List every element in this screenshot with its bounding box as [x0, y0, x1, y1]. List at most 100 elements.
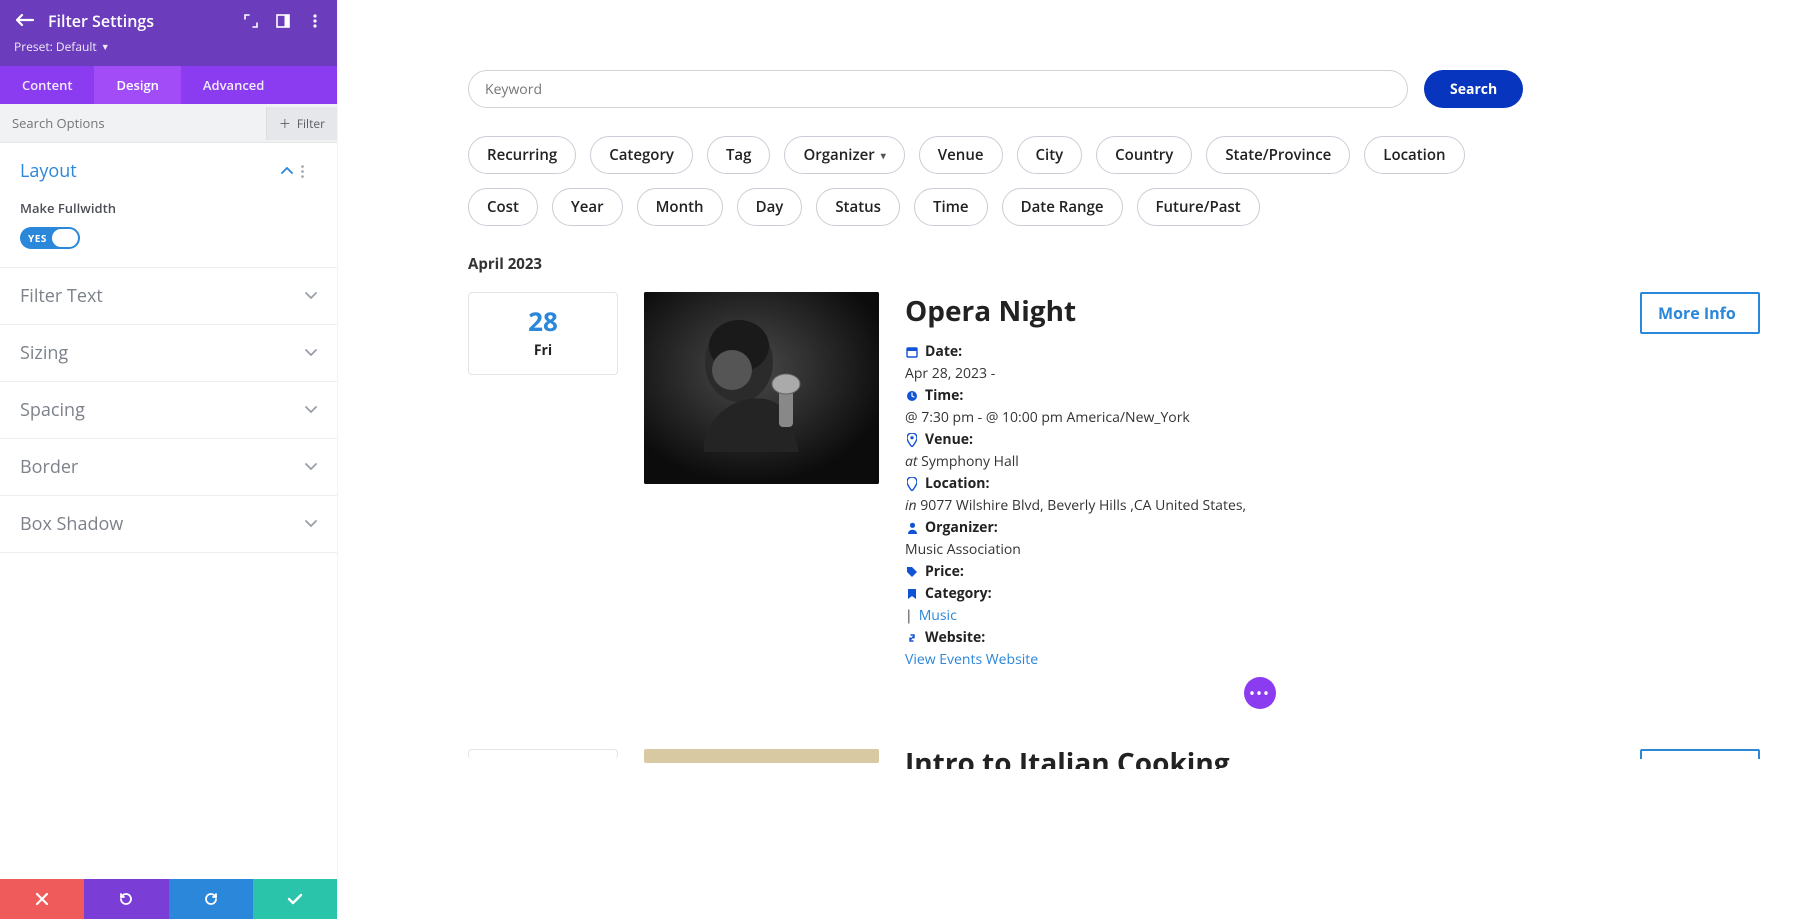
live-preview: Search Recurring Category Tag Organizer▾ Ven… — [338, 0, 1800, 919]
preset-label: Preset: Default — [14, 38, 97, 55]
tab-content[interactable]: Content — [0, 66, 94, 104]
section-box-shadow-header[interactable]: Box Shadow — [0, 496, 337, 552]
chevron-down-icon — [305, 463, 317, 471]
section-sizing-title: Sizing — [20, 341, 305, 365]
chevron-down-icon — [305, 349, 317, 357]
filter-pill-country[interactable]: Country — [1096, 136, 1192, 174]
make-fullwidth-label: Make Fullwidth — [20, 199, 317, 217]
meta-date-value: Apr 28, 2023 - — [905, 364, 995, 383]
add-filter-button[interactable]: ＋ Filter — [266, 107, 337, 140]
search-button[interactable]: Search — [1424, 70, 1523, 108]
chevron-down-icon — [305, 406, 317, 414]
filter-pill-organizer[interactable]: Organizer▾ — [784, 136, 904, 174]
more-info-button[interactable]: More Info — [1640, 292, 1760, 334]
sidebar-header: Filter Settings Preset: Default ▼ — [0, 0, 337, 66]
keyword-search-box[interactable] — [468, 70, 1408, 108]
event-thumbnail[interactable] — [644, 749, 879, 763]
pill-label: Location — [1383, 145, 1445, 165]
pill-label: Month — [656, 197, 704, 217]
section-border-header[interactable]: Border — [0, 439, 337, 495]
filter-pill-venue[interactable]: Venue — [919, 136, 1003, 174]
section-kebab-icon[interactable] — [301, 165, 317, 178]
section-filter-text-header[interactable]: Filter Text — [0, 268, 337, 324]
filter-pill-cost[interactable]: Cost — [468, 188, 538, 226]
pin-icon — [905, 433, 919, 447]
filter-pill-row: Recurring Category Tag Organizer▾ Venue City C… — [468, 136, 1488, 226]
filter-pill-tag[interactable]: Tag — [707, 136, 771, 174]
meta-price-label: Price: — [925, 562, 964, 581]
cancel-button[interactable] — [0, 879, 84, 919]
chevron-up-icon — [281, 167, 293, 175]
sidebar-footer — [0, 879, 337, 919]
meta-website-link[interactable]: View Events Website — [905, 650, 1038, 669]
pin-icon — [905, 477, 919, 491]
meta-website-label: Website: — [925, 628, 985, 647]
filter-pill-year[interactable]: Year — [552, 188, 623, 226]
search-row: Search — [468, 70, 1760, 108]
confirm-button[interactable] — [253, 879, 337, 919]
dock-icon[interactable] — [275, 13, 291, 29]
meta-location-prefix: in — [905, 496, 917, 515]
filter-pill-recurring[interactable]: Recurring — [468, 136, 576, 174]
pill-label: Status — [835, 197, 881, 217]
options-search-bar: ＋ Filter — [0, 104, 337, 143]
back-icon[interactable] — [14, 10, 36, 32]
tag-icon — [905, 566, 919, 578]
filter-pill-city[interactable]: City — [1017, 136, 1083, 174]
expand-icon[interactable] — [243, 13, 259, 29]
event-actions-fab[interactable]: ••• — [1244, 677, 1276, 709]
pill-label: State/Province — [1225, 145, 1331, 165]
section-sizing-header[interactable]: Sizing — [0, 325, 337, 381]
kebab-icon[interactable] — [307, 13, 323, 29]
meta-venue-value: Symphony Hall — [921, 452, 1019, 471]
filter-pill-status[interactable]: Status — [816, 188, 900, 226]
filter-pill-time[interactable]: Time — [914, 188, 988, 226]
event-thumbnail[interactable] — [644, 292, 879, 484]
meta-venue-label: Venue: — [925, 430, 973, 449]
event-title[interactable]: Opera Night — [905, 292, 1614, 330]
section-filter-text: Filter Text — [0, 268, 337, 325]
caret-down-icon: ▼ — [101, 40, 110, 53]
section-layout-header[interactable]: Layout — [0, 143, 337, 199]
plus-icon: ＋ — [279, 115, 291, 132]
event-day-number: 28 — [469, 303, 617, 339]
search-button-label: Search — [1450, 80, 1497, 99]
meta-category-link[interactable]: Music — [919, 606, 957, 625]
filter-pill-date-range[interactable]: Date Range — [1002, 188, 1123, 226]
chevron-down-icon — [305, 520, 317, 528]
keyword-input[interactable] — [485, 80, 1391, 99]
preset-dropdown[interactable]: Preset: Default ▼ — [14, 38, 110, 55]
more-info-button[interactable] — [1640, 749, 1760, 759]
pill-label: Cost — [487, 197, 519, 217]
pill-label: Country — [1115, 145, 1173, 165]
sidebar-tabs: Content Design Advanced — [0, 66, 337, 104]
clock-icon — [905, 390, 919, 402]
section-filter-text-title: Filter Text — [20, 284, 305, 308]
section-border-title: Border — [20, 455, 305, 479]
section-spacing-title: Spacing — [20, 398, 305, 422]
pill-label: Recurring — [487, 145, 557, 165]
sidebar-sections: Layout Make Fullwidth YES Filter Text — [0, 143, 337, 879]
meta-organizer-value: Music Association — [905, 540, 1021, 559]
pill-label: Tag — [726, 145, 752, 165]
make-fullwidth-toggle[interactable]: YES — [20, 227, 80, 249]
event-date-card: 28 Fri — [468, 292, 618, 375]
filter-pill-category[interactable]: Category — [590, 136, 693, 174]
filter-pill-state-province[interactable]: State/Province — [1206, 136, 1350, 174]
filter-pill-location[interactable]: Location — [1364, 136, 1464, 174]
calendar-icon — [905, 346, 919, 358]
options-search-input[interactable] — [0, 104, 266, 142]
filter-pill-month[interactable]: Month — [637, 188, 723, 226]
toggle-yes-text: YES — [28, 231, 47, 245]
filter-pill-day[interactable]: Day — [737, 188, 803, 226]
tab-design[interactable]: Design — [94, 66, 180, 104]
event-title[interactable]: Intro to Italian Cooking — [905, 749, 1614, 769]
undo-button[interactable] — [84, 879, 168, 919]
section-spacing-header[interactable]: Spacing — [0, 382, 337, 438]
filter-pill-future-past[interactable]: Future/Past — [1137, 188, 1260, 226]
section-box-shadow: Box Shadow — [0, 496, 337, 553]
settings-sidebar: Filter Settings Preset: Default ▼ Conten… — [0, 0, 338, 919]
event-day-name: Fri — [469, 341, 617, 360]
tab-advanced[interactable]: Advanced — [181, 66, 286, 104]
redo-button[interactable] — [169, 879, 253, 919]
